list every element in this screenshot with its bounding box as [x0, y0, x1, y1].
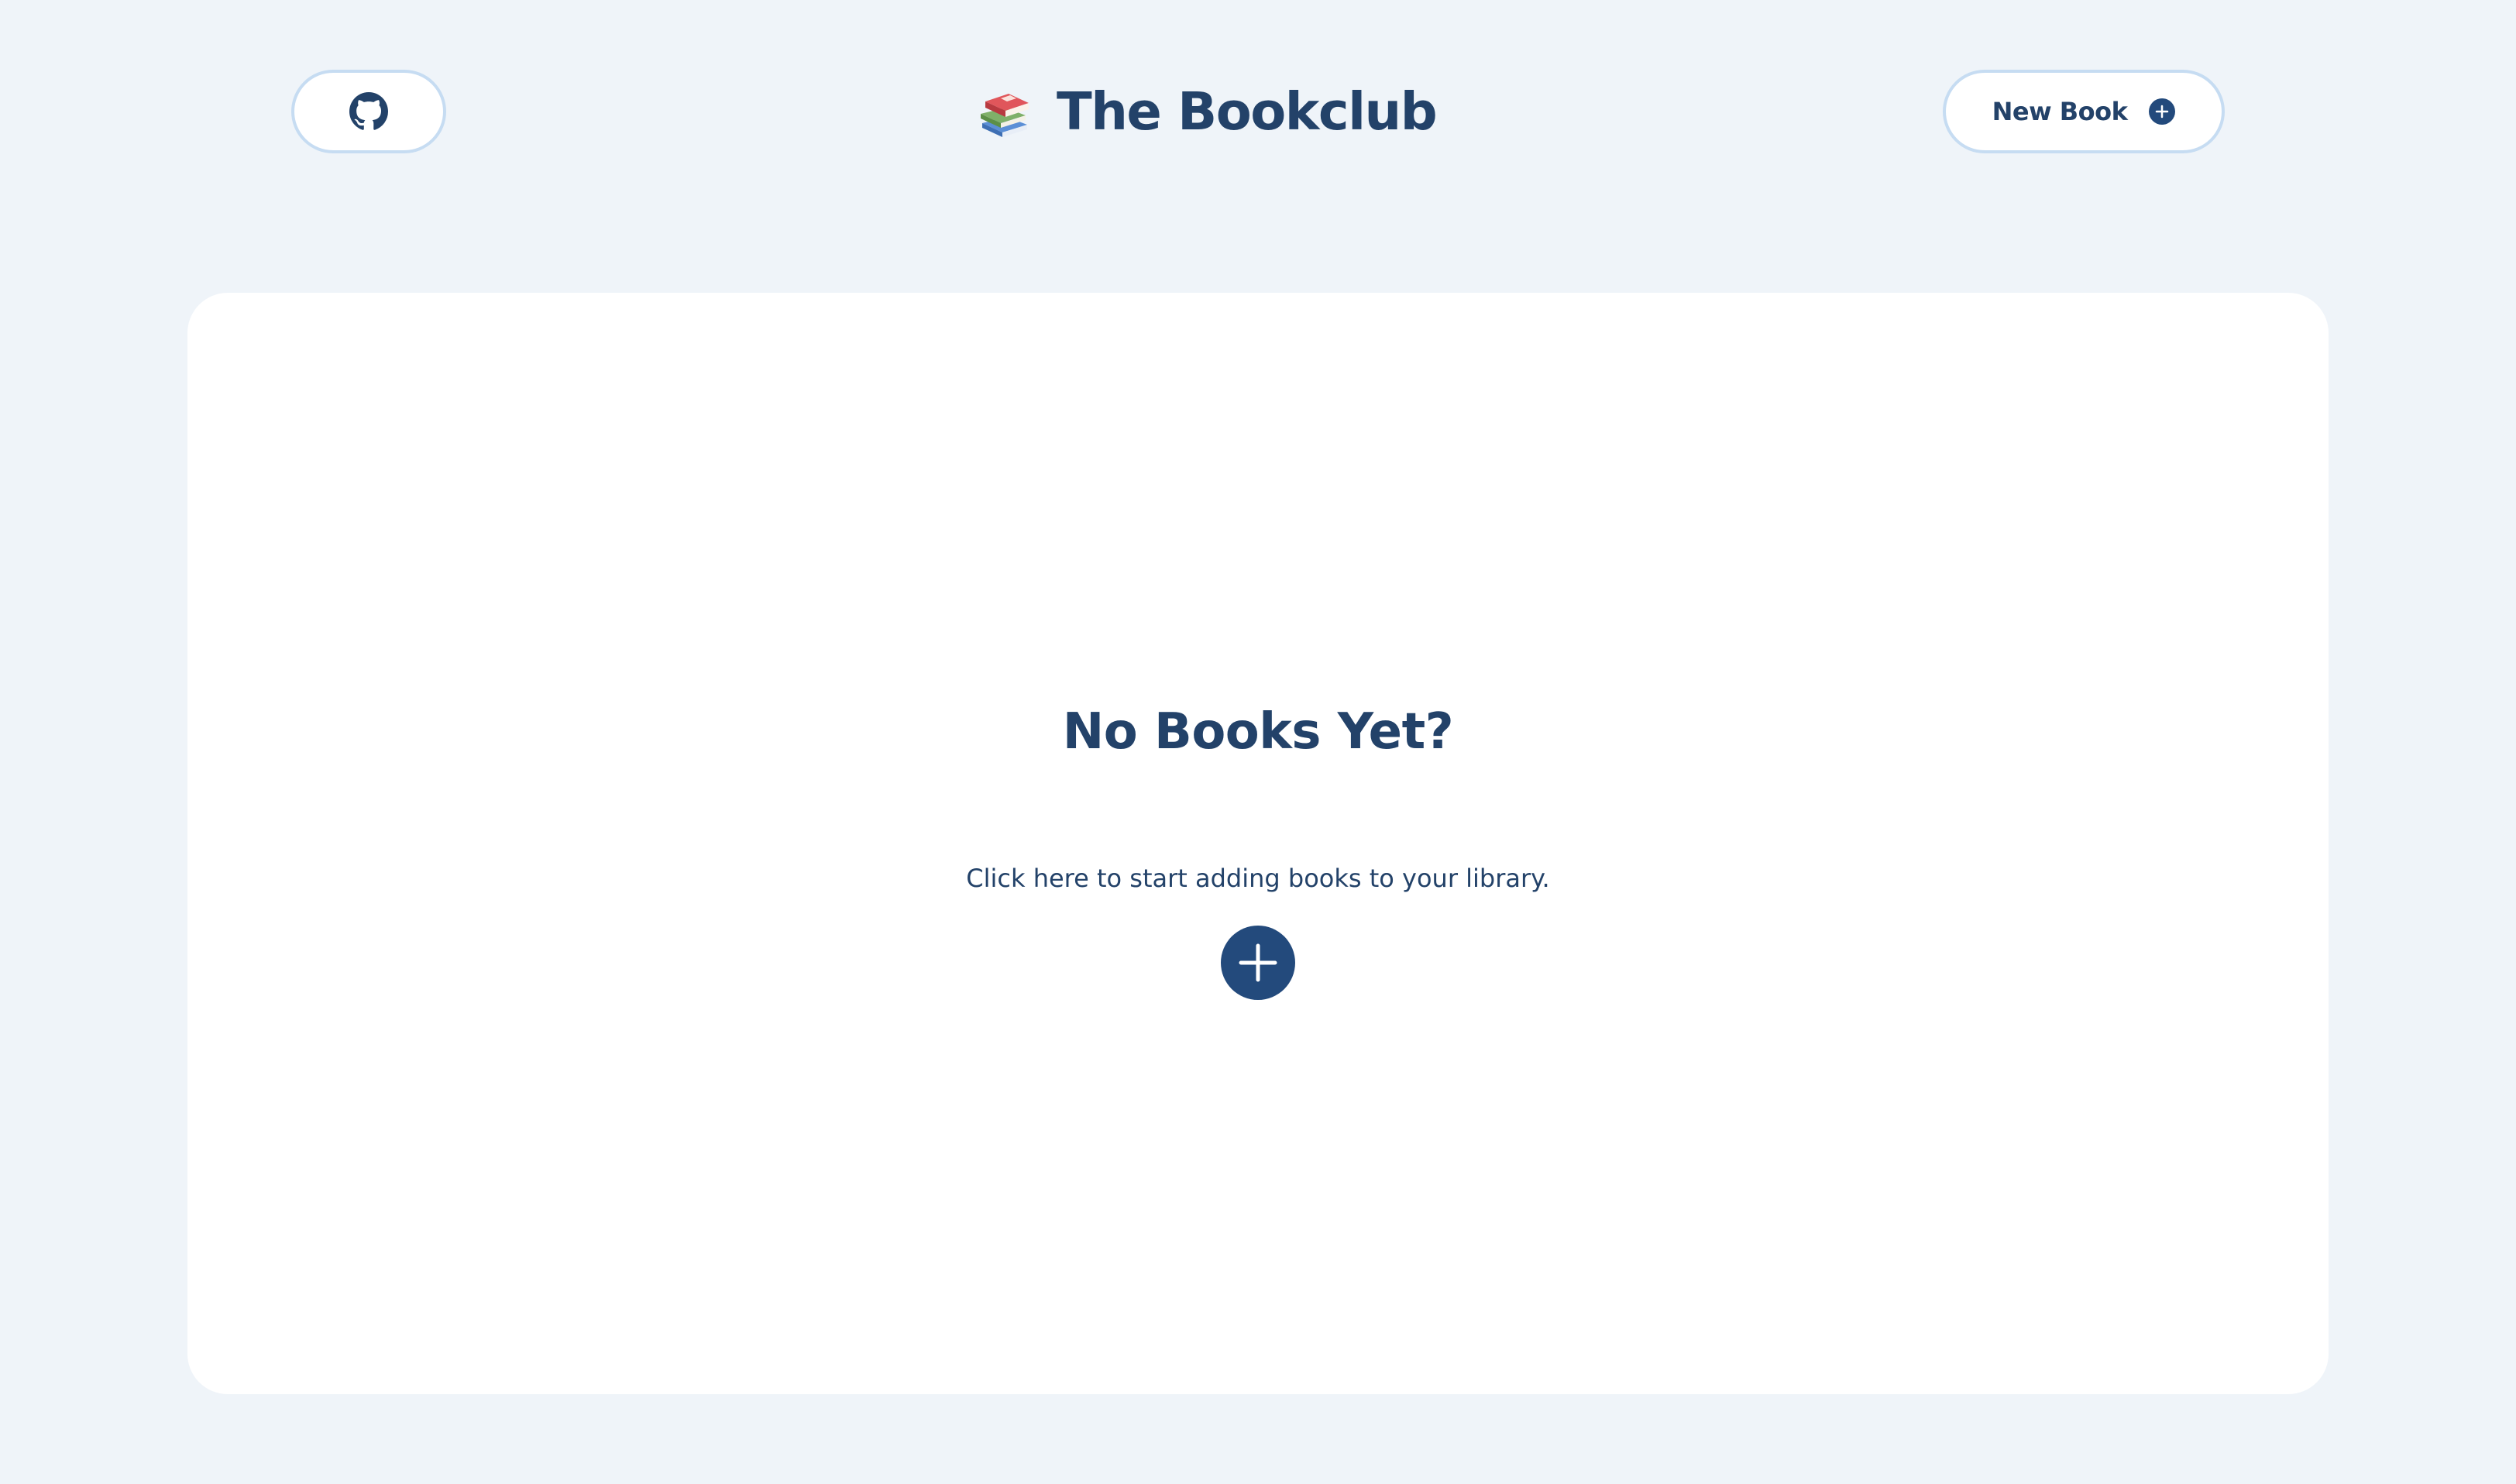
books-stack-icon	[979, 84, 1030, 139]
empty-state-title: No Books Yet?	[1062, 703, 1454, 761]
github-button[interactable]	[291, 70, 446, 153]
github-icon	[349, 92, 388, 131]
add-book-button[interactable]	[1221, 926, 1295, 1000]
brand: The Bookclub	[979, 71, 1438, 152]
app-title: The Bookclub	[1057, 81, 1438, 142]
page: The Bookclub New Book No Books Yet? Clic…	[0, 0, 2516, 1484]
new-book-label: New Book	[1992, 97, 2128, 126]
new-book-button[interactable]: New Book	[1943, 70, 2225, 153]
books-card: No Books Yet? Click here to start adding…	[187, 293, 2329, 1394]
plus-circle-icon	[2149, 98, 2176, 125]
plus-circle-icon	[1238, 943, 1278, 983]
header: The Bookclub New Book	[0, 0, 2516, 225]
empty-state-text[interactable]: Click here to start adding books to your…	[187, 864, 2329, 893]
